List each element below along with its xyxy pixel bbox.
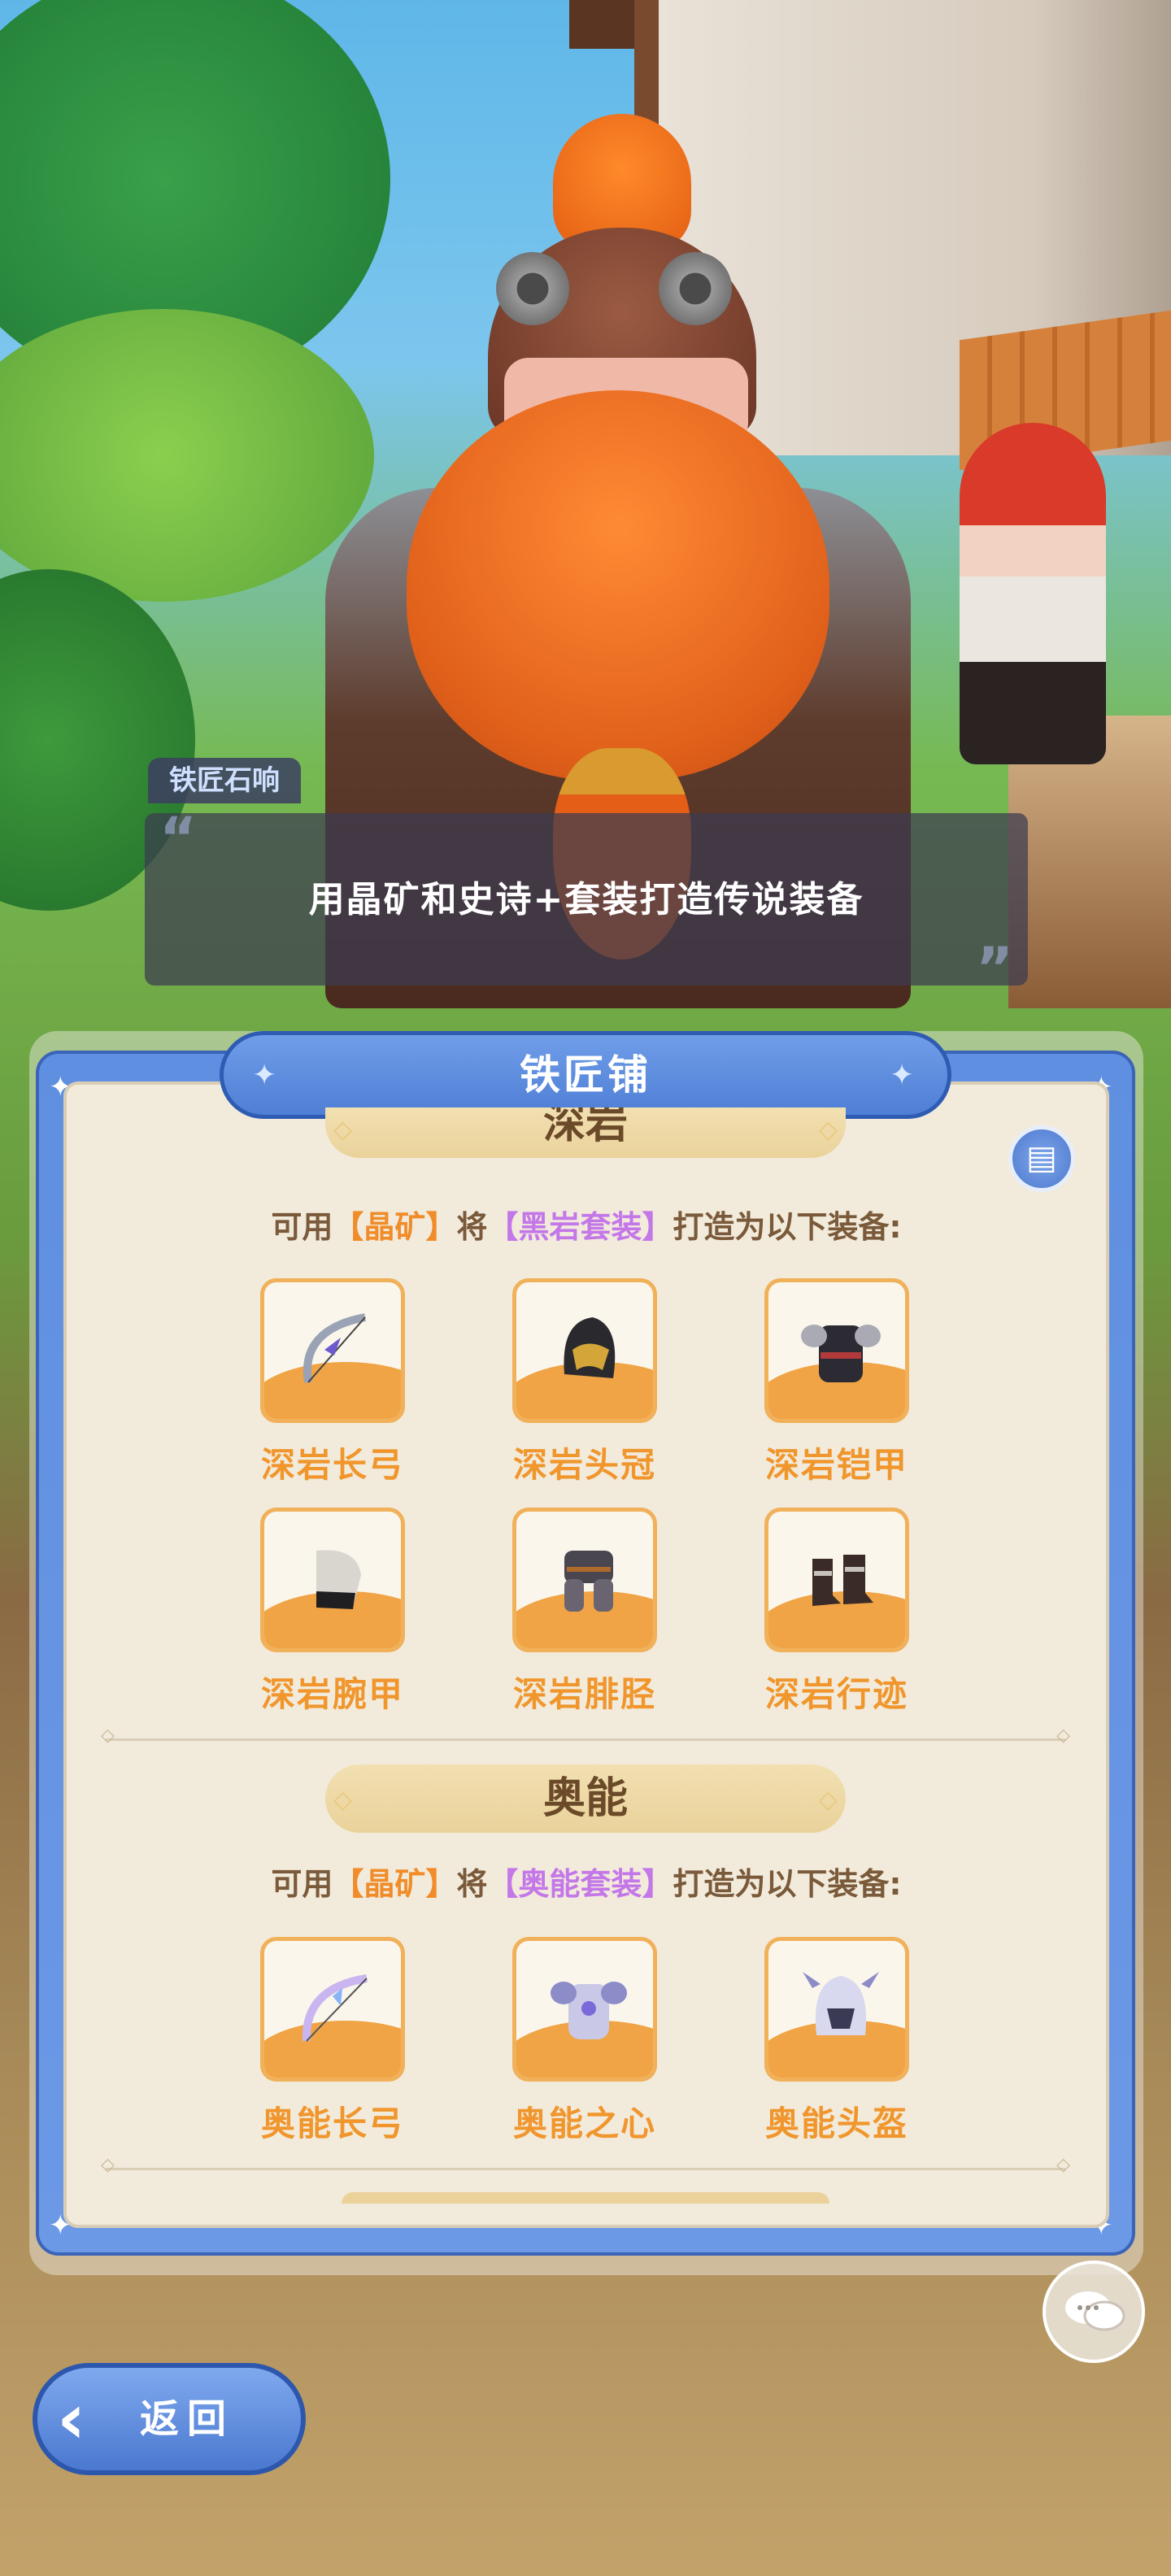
section-header-deeprock: 深岩 ◇ ◇ [325,1107,846,1158]
desc-suffix: 打造为以下装备: [673,1209,902,1245]
helmet-icon [796,1964,886,2053]
ore-name: 【晶矿】 [333,1866,457,1902]
section-description: 可用【晶矿】将【奥能套装】打造为以下装备: [63,1859,1109,1904]
close-quote-icon: ” [976,935,1014,1002]
set-name: 【奥能套装】 [487,1866,673,1902]
section-divider [101,1725,1070,1746]
panel-title: 铁匠铺 [520,1051,651,1099]
item-name: 奥能头盔 [764,2104,908,2143]
item-name: 深岩行迹 [764,1674,908,1714]
diamond-icon: ◇ [333,1786,353,1814]
next-section-header [342,2192,829,2204]
section-divider [101,2155,1070,2175]
item-name: 深岩长弓 [260,1445,404,1485]
desc-mid: 将 [456,1866,488,1902]
section-header-arcane: 奥能 ◇ ◇ [325,1764,846,1833]
back-label: 返回 [140,2396,235,2442]
back-arrow-icon: ‹ [57,2378,86,2460]
desc-suffix: 打造为以下装备: [673,1866,902,1902]
section-title: 深岩 [542,1107,628,1148]
diamond-icon: ◇ [818,1786,838,1814]
item-name: 深岩铠甲 [764,1445,908,1485]
helmet-icon [544,1305,633,1395]
desc-mid: 将 [456,1209,488,1245]
set-name: 【黑岩套装】 [487,1209,673,1245]
npc-girl [960,423,1106,764]
ore-name: 【晶矿】 [333,1209,457,1245]
armor-icon [796,1305,886,1395]
item-name: 奥能之心 [512,2104,656,2143]
longbow-icon [292,1305,381,1395]
speaker-name: 铁匠石响 [148,758,301,803]
bracer-icon [292,1534,381,1624]
section-description: 可用【晶矿】将【黑岩套装】打造为以下装备: [63,1202,1109,1247]
boots-icon [796,1534,886,1624]
diamond-icon: ◇ [818,1116,838,1144]
book-icon[interactable]: ▤ [1008,1125,1075,1192]
chat-bubble-icon [1065,2291,1125,2331]
item-name: 深岩腓胫 [512,1674,656,1714]
section-title: 奥能 [542,1774,628,1823]
diamond-icon: ◇ [333,1116,353,1144]
open-quote-icon: “ [159,805,198,872]
item-name: 深岩腕甲 [260,1674,404,1714]
greaves-icon [544,1534,633,1624]
item-name: 奥能长弓 [260,2104,404,2143]
desc-prefix: 可用 [271,1209,333,1245]
item-name: 深岩头冠 [512,1445,656,1485]
dialog-text: 用晶矿和史诗+套装打造传说装备 [308,879,864,920]
longbow-icon [292,1964,381,2053]
desc-prefix: 可用 [271,1866,333,1902]
chest-armor-icon [544,1964,633,2053]
